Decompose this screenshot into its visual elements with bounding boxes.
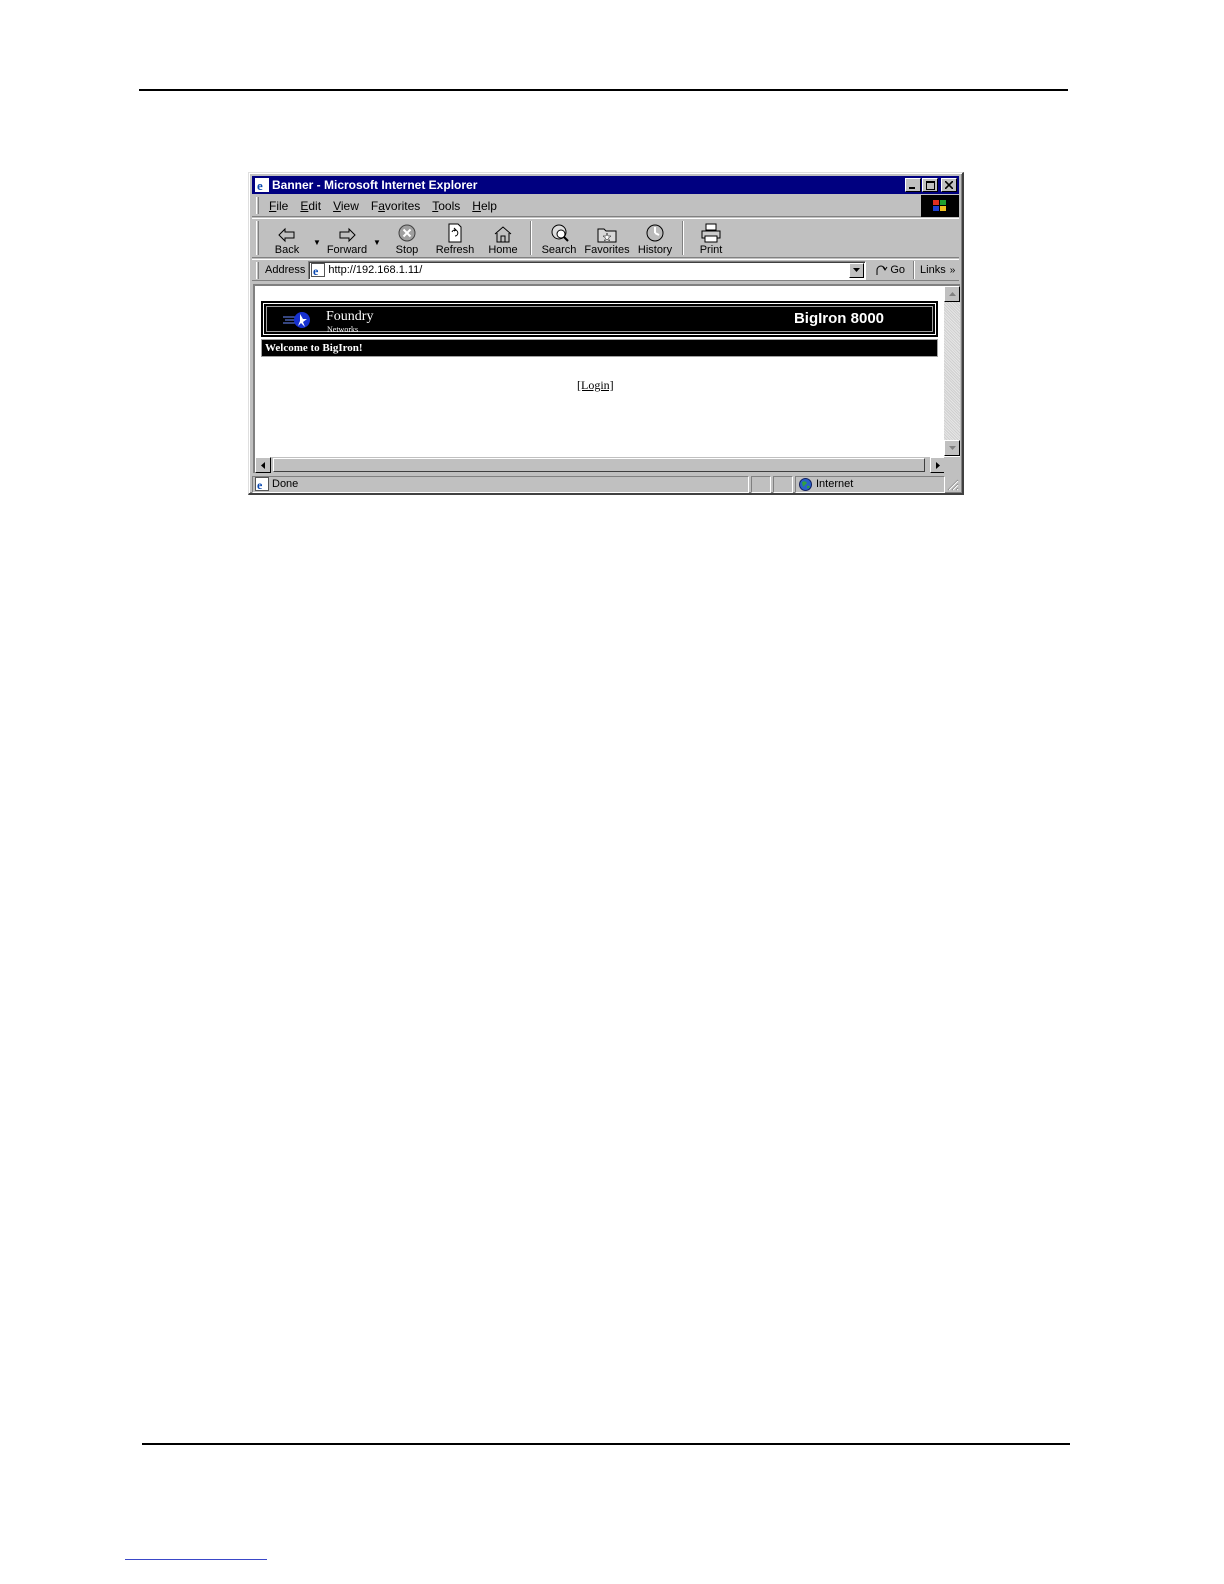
forward-button[interactable]: Forward (323, 219, 371, 257)
welcome-bar: Welcome to BigIron! (261, 339, 938, 357)
address-bar: Address e http://192.168.1.11/ Go Links … (252, 259, 959, 281)
banner-header: Foundry Networks BigIron 8000 (261, 301, 938, 337)
browser-window: e Banner - Microsoft Internet Explorer F… (248, 172, 964, 495)
search-button[interactable]: Search (535, 219, 583, 257)
svg-text:e: e (313, 264, 319, 277)
vertical-scrollbar[interactable] (944, 286, 960, 456)
home-icon (494, 226, 512, 243)
svg-text:e: e (257, 178, 263, 193)
status-pane (773, 475, 793, 493)
back-dropdown[interactable]: ▼ (311, 219, 323, 257)
refresh-icon (448, 223, 462, 243)
favorites-folder-icon (597, 228, 617, 243)
foundry-banner: Foundry Networks BigIron 8000 Welcome to… (261, 301, 938, 357)
brand-name: Foundry (326, 309, 374, 324)
minimize-button[interactable] (905, 178, 921, 192)
maximize-button[interactable] (922, 178, 938, 192)
back-button[interactable]: Back (263, 219, 311, 257)
menu-tools[interactable]: Tools (426, 199, 466, 213)
scroll-down-arrow-icon (948, 446, 956, 450)
scrollbar-corner (944, 457, 960, 473)
scroll-left-button[interactable] (255, 457, 271, 473)
address-label: Address (265, 264, 306, 276)
scroll-up-button[interactable] (944, 286, 960, 302)
scroll-up-arrow-icon (948, 292, 956, 296)
menu-favorites[interactable]: Favorites (365, 199, 426, 213)
close-icon (945, 181, 953, 189)
horizontal-scroll-thumb[interactable] (273, 458, 925, 472)
chevron-down-icon: ▼ (313, 237, 321, 247)
maximize-icon (925, 180, 935, 190)
close-button[interactable] (941, 178, 957, 192)
security-zone[interactable]: Internet (795, 475, 945, 493)
address-grip[interactable] (256, 261, 259, 279)
footnote-rule (125, 1559, 267, 1560)
go-arrow-icon (876, 265, 888, 275)
address-field[interactable]: e http://192.168.1.11/ (308, 260, 867, 280)
minimize-icon (909, 187, 915, 189)
favorites-button[interactable]: Favorites (583, 219, 631, 257)
foundry-logo-icon (283, 312, 310, 328)
scroll-right-arrow-icon (936, 461, 940, 469)
page-bottom-rule (142, 1443, 1070, 1445)
menu-grip[interactable] (256, 197, 259, 214)
address-url[interactable]: http://192.168.1.11/ (328, 264, 849, 276)
search-icon (551, 224, 569, 242)
toolbar-separator (682, 221, 684, 255)
back-arrow-icon (278, 227, 295, 243)
forward-arrow-icon (339, 227, 356, 243)
title-bar[interactable]: e Banner - Microsoft Internet Explorer (252, 176, 959, 194)
menu-view[interactable]: View (327, 199, 365, 213)
status-main: e Done (252, 475, 749, 493)
go-button[interactable]: Go (866, 264, 913, 276)
globe-icon (799, 477, 812, 491)
history-button[interactable]: History (631, 219, 679, 257)
menu-edit[interactable]: Edit (294, 199, 327, 213)
status-pane (751, 475, 771, 493)
menu-bar: File Edit View Favorites Tools Help (252, 194, 959, 217)
brand-subtitle: Networks (327, 325, 359, 334)
scroll-down-button[interactable] (944, 440, 960, 456)
page-done-icon: e (255, 477, 269, 491)
history-icon (646, 224, 664, 242)
zone-label: Internet (816, 478, 854, 490)
chevron-down-icon: ▼ (373, 237, 381, 247)
print-button[interactable]: Print (687, 219, 735, 257)
forward-dropdown[interactable]: ▼ (371, 219, 383, 257)
printer-icon (701, 223, 721, 243)
menu-help[interactable]: Help (466, 199, 503, 213)
svg-text:e: e (257, 478, 263, 491)
chevron-down-icon (853, 268, 861, 272)
address-dropdown-button[interactable] (849, 262, 865, 278)
standard-toolbar: Back ▼ Forward ▼ Stop Refresh Home Searc… (252, 218, 959, 258)
toolbar-grip[interactable] (256, 221, 259, 255)
menu-file[interactable]: File (263, 199, 294, 213)
ie-icon: e (254, 177, 270, 193)
stop-icon (398, 224, 416, 242)
links-button[interactable]: Links » (913, 261, 955, 279)
horizontal-scrollbar[interactable] (255, 457, 946, 473)
scroll-left-arrow-icon (261, 461, 265, 469)
windows-logo-icon (933, 199, 946, 211)
refresh-button[interactable]: Refresh (431, 219, 479, 257)
login-link[interactable]: [Login] (577, 378, 614, 393)
home-button[interactable]: Home (479, 219, 527, 257)
chevrons-right-icon: » (949, 264, 956, 276)
toolbar-separator (530, 221, 532, 255)
windows-logo-throbber (921, 194, 959, 217)
window-title: Banner - Microsoft Internet Explorer (272, 178, 478, 192)
resize-grip-icon[interactable] (945, 477, 959, 491)
status-bar: e Done Internet (252, 475, 959, 493)
page-top-rule (139, 89, 1068, 91)
status-text: Done (272, 478, 299, 490)
page-content: Foundry Networks BigIron 8000 Welcome to… (253, 284, 960, 473)
stop-button[interactable]: Stop (383, 219, 431, 257)
product-name: BigIron 8000 (793, 310, 884, 327)
page-icon: e (311, 263, 326, 277)
